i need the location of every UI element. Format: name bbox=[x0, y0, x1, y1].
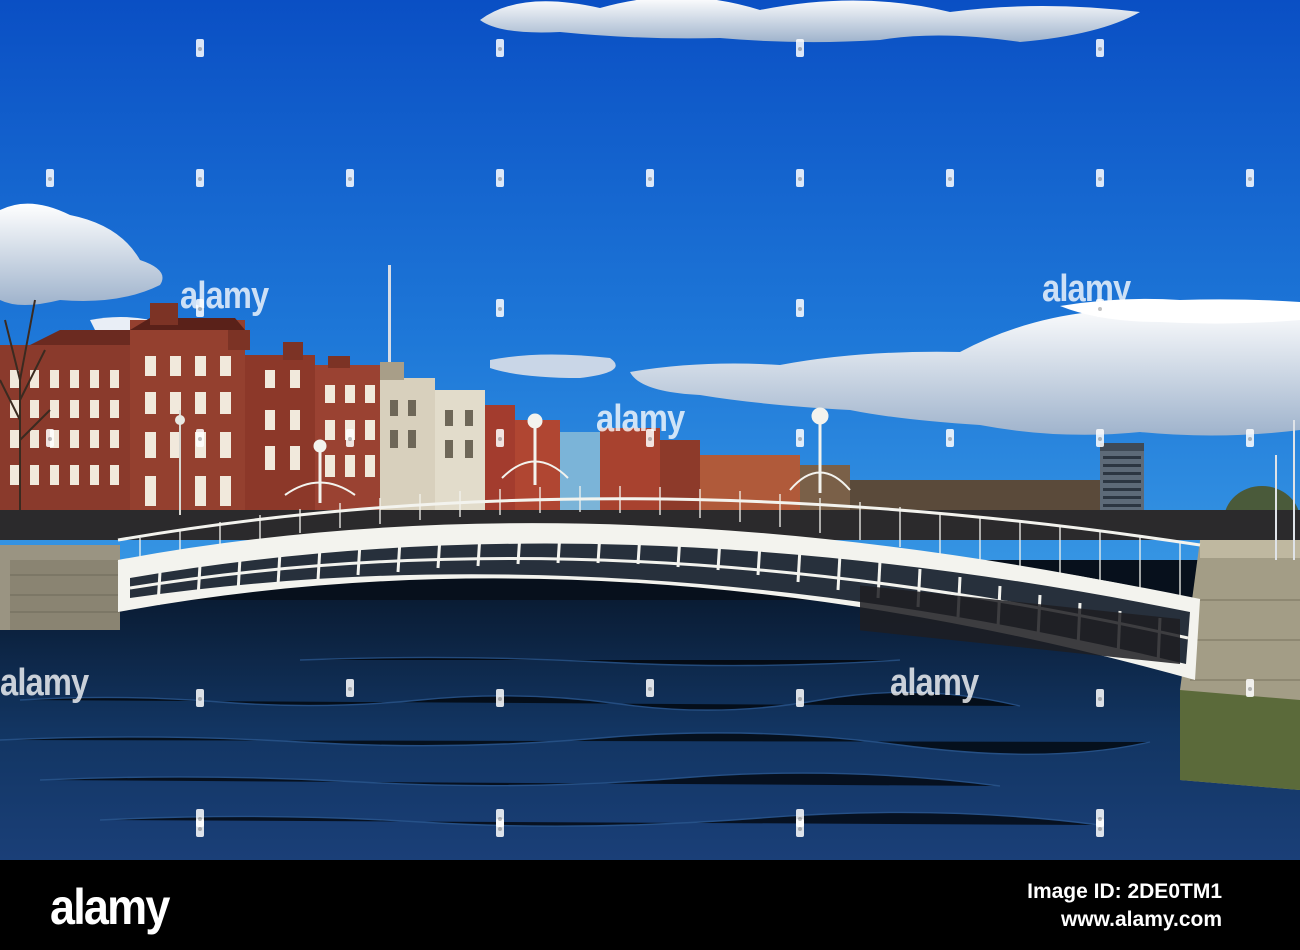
watermark-logo-icon bbox=[45, 168, 55, 188]
watermark-logo-icon bbox=[1095, 298, 1105, 318]
watermark-logo-icon bbox=[345, 168, 355, 188]
footer-brand-logo: alamy bbox=[50, 879, 170, 935]
left-abutment bbox=[0, 545, 120, 630]
footer-info: Image ID: 2DE0TM1 www.alamy.com bbox=[1027, 878, 1222, 934]
watermark-logo-icon bbox=[945, 168, 955, 188]
watermark-logo-icon bbox=[45, 428, 55, 448]
watermark-logo-icon bbox=[645, 168, 655, 188]
right-abutment bbox=[1180, 540, 1300, 790]
watermark-logo-icon bbox=[1245, 678, 1255, 698]
watermark-logo-icon bbox=[195, 688, 205, 708]
watermark-logo-icon bbox=[645, 678, 655, 698]
watermark-logo-icon bbox=[795, 428, 805, 448]
watermark-logo-icon bbox=[945, 428, 955, 448]
watermark-logo-icon bbox=[1095, 688, 1105, 708]
watermark-logo-icon bbox=[495, 428, 505, 448]
watermark-logo-icon bbox=[1245, 168, 1255, 188]
watermark-logo-icon bbox=[495, 168, 505, 188]
watermark-logo-icon bbox=[195, 38, 205, 58]
watermark-logo-icon bbox=[1095, 808, 1105, 828]
spire bbox=[388, 265, 391, 375]
watermark-logo-icon bbox=[795, 298, 805, 318]
watermark-logo-icon bbox=[495, 688, 505, 708]
watermark-logo-icon bbox=[1245, 428, 1255, 448]
image-id-label: Image ID: 2DE0TM1 bbox=[1027, 880, 1222, 903]
site-url: www.alamy.com bbox=[1060, 908, 1222, 931]
watermark-logo-icon bbox=[1095, 168, 1105, 188]
watermark-logo-icon bbox=[795, 38, 805, 58]
footer-bar: alamy Image ID: 2DE0TM1 www.alamy.com bbox=[0, 860, 1300, 950]
watermark-logo-icon bbox=[795, 168, 805, 188]
watermark-logo-icon bbox=[345, 678, 355, 698]
watermark-logo-icon bbox=[1095, 38, 1105, 58]
watermark-logo-icon bbox=[795, 688, 805, 708]
watermark-logo-icon bbox=[195, 428, 205, 448]
watermark-logo-icon bbox=[495, 298, 505, 318]
watermark-logo-icon bbox=[195, 298, 205, 318]
watermark-logo-icon bbox=[495, 38, 505, 58]
watermark-logo-icon bbox=[495, 808, 505, 828]
watermark-logo-icon bbox=[195, 808, 205, 828]
watermark-logo-icon bbox=[195, 168, 205, 188]
watermark-logo-icon bbox=[1095, 428, 1105, 448]
watermark-logo-icon bbox=[795, 808, 805, 828]
watermark-logo-icon bbox=[645, 428, 655, 448]
watermark-logo-icon bbox=[345, 428, 355, 448]
